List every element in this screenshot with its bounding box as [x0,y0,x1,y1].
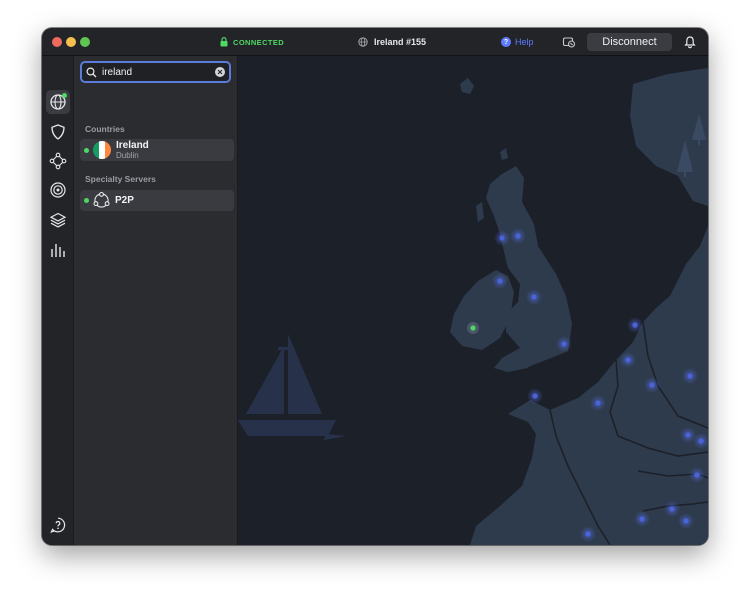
current-server-label: Ireland #155 [374,37,427,47]
ireland-flag-icon [93,141,111,159]
server-pin[interactable] [644,377,660,393]
rail-shield-button[interactable] [46,120,70,144]
globe-small-icon [358,37,368,47]
rail-layers-button[interactable] [46,208,70,232]
rail-stats-button[interactable] [46,238,70,262]
specialty-name: P2P [115,195,134,206]
minimize-window-button[interactable] [66,37,76,47]
app-window: CONNECTED Ireland #155 ? Help Disconnect [42,28,708,545]
clear-search-button[interactable] [215,67,225,77]
shetland-landmass [500,148,508,160]
country-city: Dublin [116,151,139,160]
server-pin[interactable] [634,511,650,527]
search-box[interactable] [80,61,231,83]
help-link[interactable]: ? Help [501,35,534,49]
server-pin[interactable] [678,513,694,529]
countries-heading: Countries [85,124,125,134]
server-pin[interactable] [494,230,510,246]
title-bar: CONNECTED Ireland #155 ? Help Disconnect [42,28,708,56]
connected-indicator [84,198,89,203]
continental-europe-landmass [470,226,708,545]
maximize-window-button[interactable] [80,37,90,47]
threat-protection-icon[interactable] [562,35,576,49]
server-pin[interactable] [556,336,572,352]
sailboat-illustration [238,334,346,440]
connection-status-label: CONNECTED [233,37,285,47]
connected-indicator [84,147,89,153]
layers-icon [49,212,67,228]
search-icon [86,66,97,77]
connected-server-pin[interactable] [467,322,479,334]
bell-icon[interactable] [683,35,697,49]
server-pin[interactable] [664,501,680,517]
disconnect-button[interactable]: Disconnect [587,33,672,51]
server-pin[interactable] [689,467,705,483]
shield-icon [51,124,65,140]
specialty-servers-heading: Specialty Servers [85,174,156,184]
iceland-landmass [460,78,474,94]
country-row-ireland[interactable]: Ireland Dublin [80,139,234,161]
server-pin[interactable] [627,317,643,333]
meshnet-icon [49,152,67,170]
lock-icon [220,37,228,47]
rail-support-button[interactable] [46,513,70,537]
server-pin[interactable] [682,368,698,384]
connection-status: CONNECTED [220,36,284,48]
p2p-icon [93,192,110,208]
close-window-button[interactable] [52,37,62,47]
rail-settings-button[interactable] [46,542,70,545]
server-pin[interactable] [526,289,542,305]
server-pin[interactable] [510,228,526,244]
online-indicator [62,93,67,98]
rail-target-button[interactable] [46,178,70,202]
navigation-rail [42,56,74,545]
server-pin[interactable] [580,526,596,542]
support-icon [50,517,66,534]
hebrides-landmass [476,202,484,222]
server-pin[interactable] [492,273,508,289]
europe-map [238,68,708,545]
help-label: Help [515,37,534,47]
server-map[interactable]: − + [238,56,708,545]
rail-meshnet-button[interactable] [46,149,70,173]
clear-icon [217,69,223,75]
target-icon [50,182,66,198]
server-pin[interactable] [620,352,636,368]
stats-icon [51,244,65,257]
specialty-row-p2p[interactable]: P2P [80,190,234,211]
help-icon: ? [501,37,511,47]
search-input[interactable] [97,64,215,80]
server-pin[interactable] [590,395,606,411]
search-panel: Countries Ireland Dublin Specialty Serve… [74,56,238,545]
server-pin[interactable] [527,388,543,404]
current-server: Ireland #155 [358,35,426,49]
rail-globe-button[interactable] [46,90,70,114]
country-name: Ireland [116,140,149,151]
